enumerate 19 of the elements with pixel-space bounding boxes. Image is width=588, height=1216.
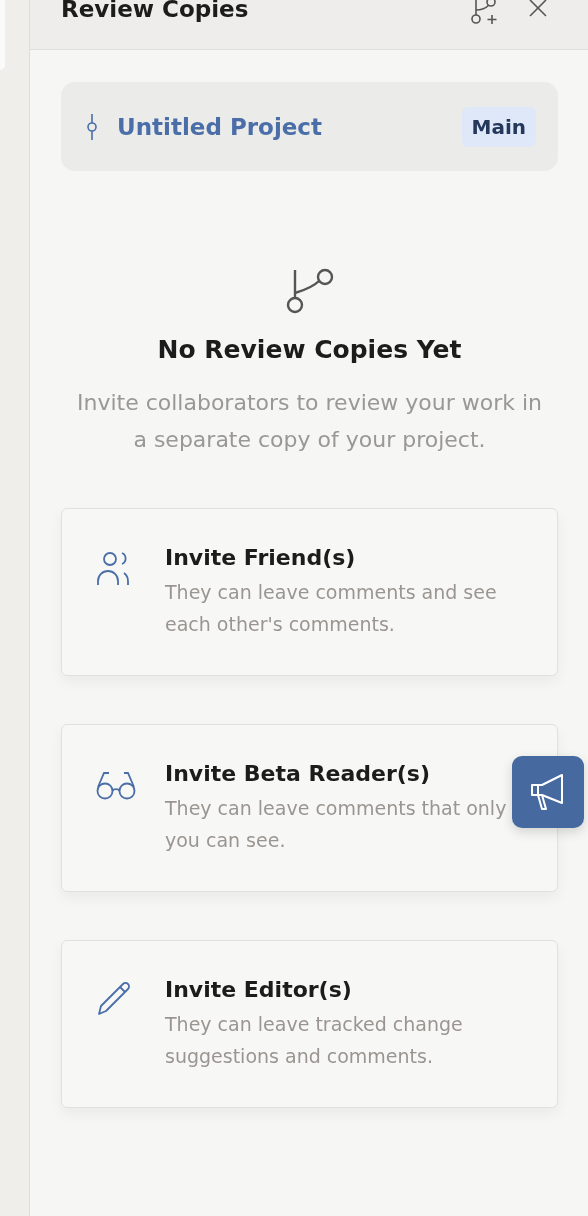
invite-option-card[interactable]: Invite Editor(s) They can leave tracked change suggestions and comments. (61, 940, 558, 1108)
invite-option-card[interactable]: Invite Beta Reader(s) They can leave comments that only you can see. (61, 724, 558, 892)
commit-icon (87, 113, 97, 140)
announcement-button[interactable] (512, 756, 584, 828)
invite-option-card[interactable]: Invite Friend(s) They can leave comments and see each other's comments. (61, 508, 558, 676)
panel-title: Review Copies (61, 0, 249, 22)
empty-description: Invite collaborators to review your work in a separate copy of your project. (75, 389, 544, 454)
option-title: Invite Friend(s) (165, 545, 357, 570)
option-title: Invite Editor(s) (165, 977, 353, 1002)
branch-badge: Main (461, 106, 536, 147)
option-description: They can leave comments that only you can see. (165, 796, 508, 853)
option-title: Invite Beta Reader(s) (165, 761, 431, 786)
option-description: They can leave comments and see each other's comments. (165, 580, 498, 637)
branch-add-icon[interactable] (470, 0, 500, 26)
close-icon[interactable] (528, 0, 548, 18)
option-description: They can leave tracked change suggestions and comments. (165, 1012, 464, 1069)
empty-heading: No Review Copies Yet (157, 335, 462, 364)
project-card[interactable]: Untitled Project Main (61, 82, 558, 171)
project-name: Untitled Project (117, 113, 323, 140)
